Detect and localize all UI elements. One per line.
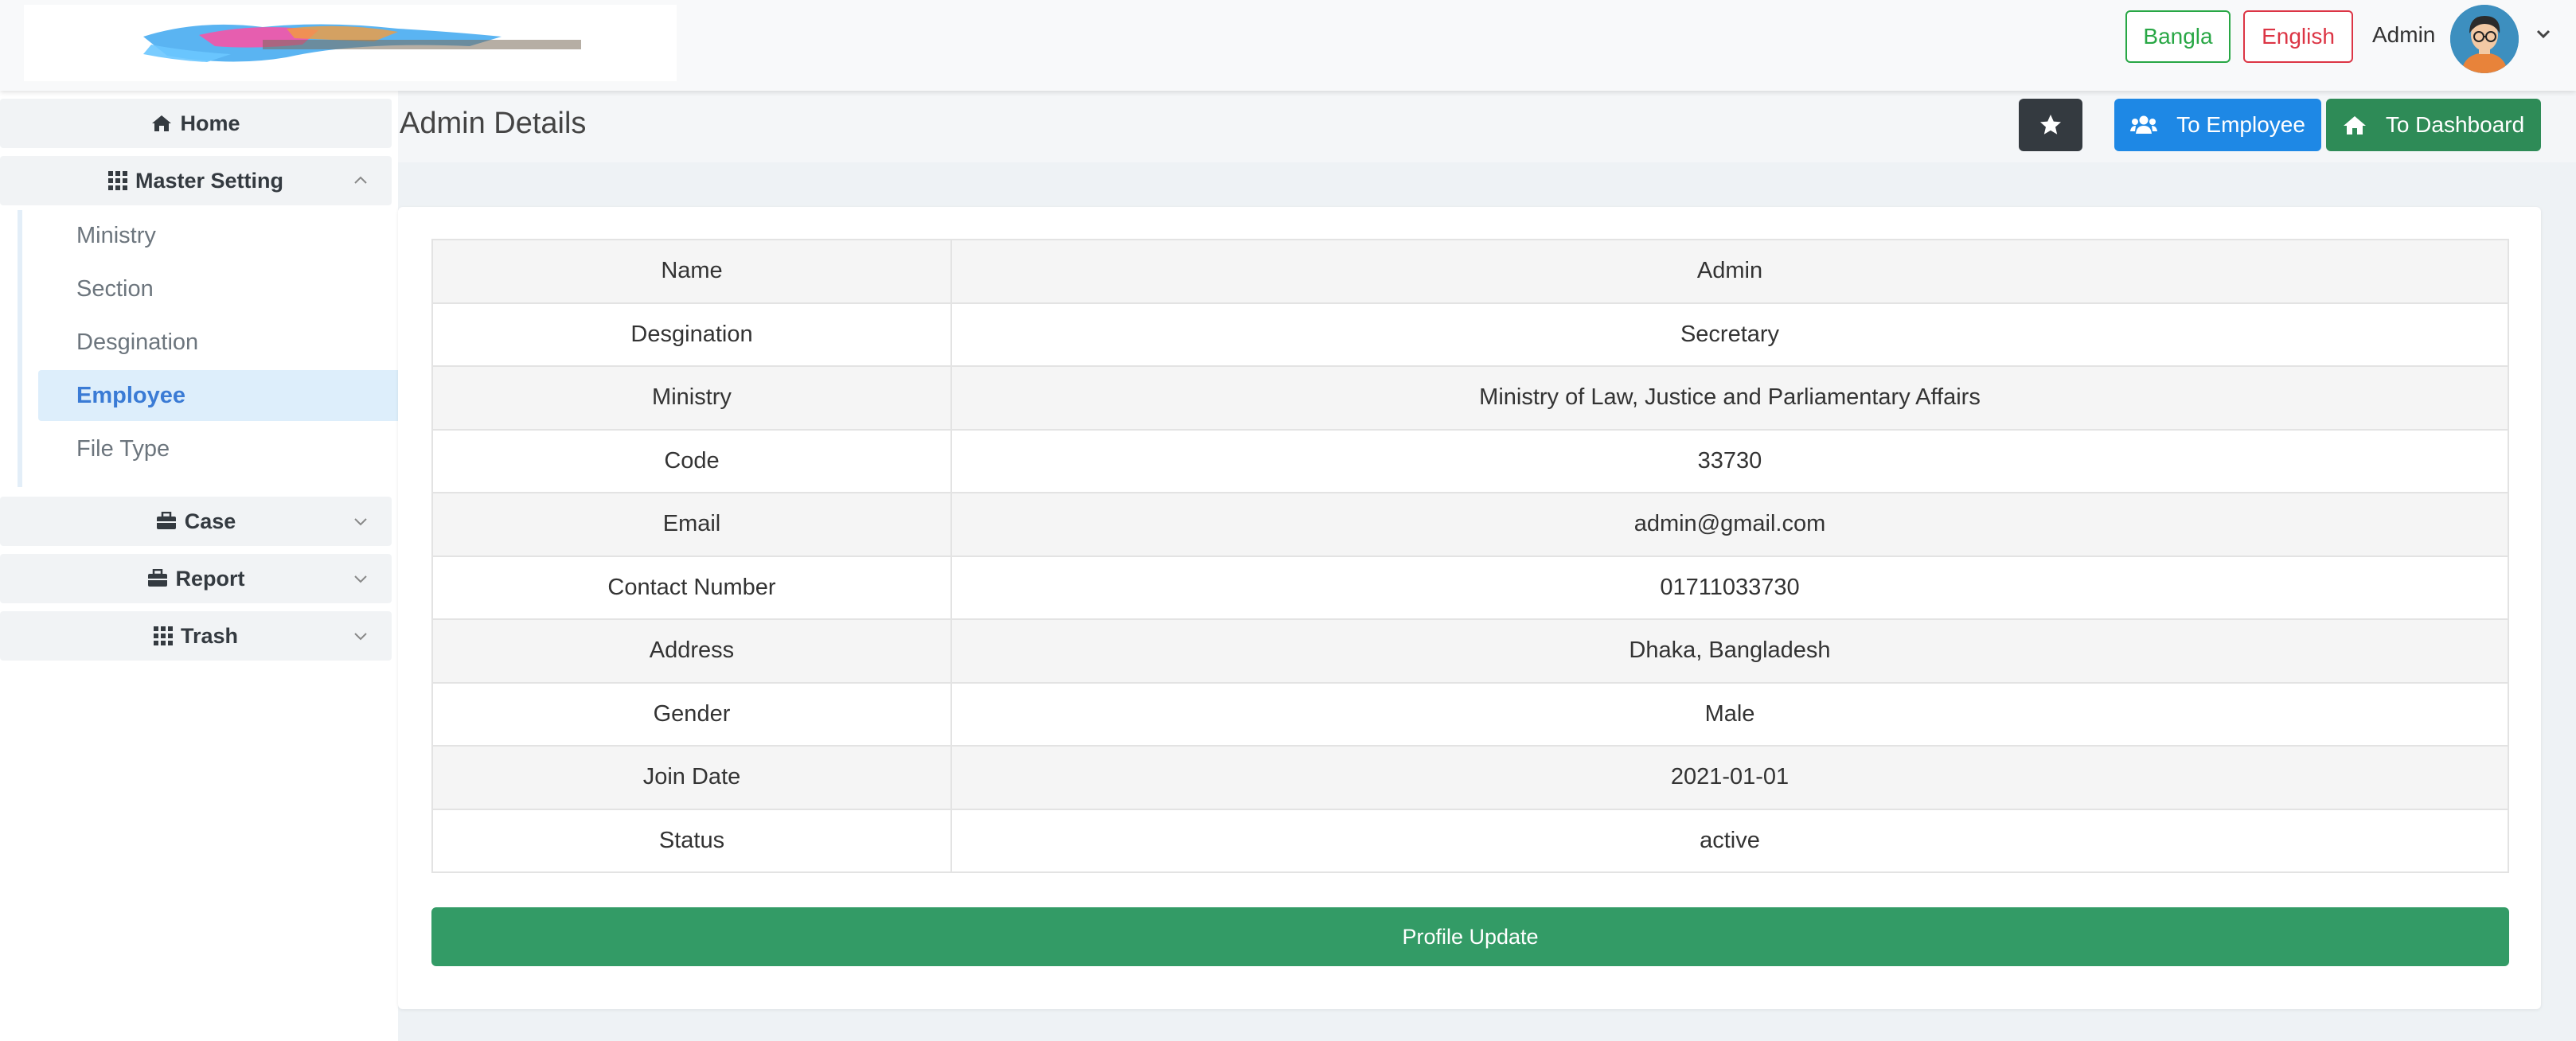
chevron-down-icon <box>354 518 367 526</box>
table-row: Status active <box>431 808 2509 873</box>
sidebar-item-trash[interactable]: Trash <box>0 611 392 661</box>
grid-icon <box>153 626 173 645</box>
sidebar-item-report[interactable]: Report <box>0 554 392 603</box>
sidebar-item-home[interactable]: Home <box>0 99 392 148</box>
to-dashboard-button[interactable]: To Dashboard <box>2326 99 2541 151</box>
grid-icon <box>107 171 127 190</box>
chevron-up-icon <box>354 176 367 184</box>
user-name[interactable]: Admin <box>2372 22 2435 48</box>
sidebar-item-label: Trash <box>180 623 239 648</box>
briefcase-icon <box>156 512 176 529</box>
detail-value: Dhaka, Bangladesh <box>950 618 2509 684</box>
admin-details-card: Name Admin Desgination Secretary Ministr… <box>398 207 2541 1009</box>
detail-key: Email <box>431 492 952 557</box>
detail-key: Gender <box>431 681 952 747</box>
detail-value: 01711033730 <box>950 555 2509 620</box>
detail-key: Contact Number <box>431 555 952 620</box>
sidebar-item-case[interactable]: Case <box>0 497 392 546</box>
detail-value: admin@gmail.com <box>950 492 2509 557</box>
sidebar-item-file-type[interactable]: File Type <box>38 423 401 474</box>
table-row: Join Date 2021-01-01 <box>431 745 2509 810</box>
sidebar: Home Master Setting Ministry Section Des… <box>0 91 401 1041</box>
sidebar-item-ministry[interactable]: Ministry <box>38 210 401 261</box>
star-icon <box>2040 115 2061 135</box>
table-row: Gender Male <box>431 681 2509 747</box>
home-icon <box>2343 116 2366 135</box>
brand-logo[interactable] <box>24 5 677 81</box>
page-title: Admin Details <box>400 107 587 140</box>
chevron-down-icon <box>354 575 367 583</box>
briefcase-icon <box>147 569 167 587</box>
detail-key: Address <box>431 618 952 684</box>
detail-value: Male <box>950 681 2509 747</box>
chevron-down-icon[interactable] <box>2531 22 2555 46</box>
admin-details-table: Name Admin Desgination Secretary Ministr… <box>431 239 2509 873</box>
to-employee-label: To Employee <box>2176 112 2305 137</box>
table-row: Code 33730 <box>431 428 2509 493</box>
profile-update-button[interactable]: Profile Update <box>431 907 2509 966</box>
detail-value: Admin <box>950 239 2509 304</box>
favorite-button[interactable] <box>2019 99 2082 151</box>
detail-key: Join Date <box>431 745 952 810</box>
table-row: Contact Number 01711033730 <box>431 555 2509 620</box>
top-navbar: Bangla English Admin <box>0 0 2576 91</box>
sidebar-item-employee[interactable]: Employee <box>38 370 401 421</box>
sidebar-item-section[interactable]: Section <box>38 263 401 314</box>
detail-key: Desgination <box>431 302 952 367</box>
table-row: Ministry Ministry of Law, Justice and Pa… <box>431 365 2509 431</box>
sidebar-item-master-setting[interactable]: Master Setting <box>0 156 392 205</box>
english-language-button[interactable]: English <box>2243 10 2353 63</box>
table-row: Name Admin <box>431 239 2509 304</box>
detail-value: Ministry of Law, Justice and Parliamenta… <box>950 365 2509 431</box>
sidebar-item-label: Report <box>175 566 245 591</box>
master-setting-submenu: Ministry Section Desgination Employee Fi… <box>18 210 401 487</box>
table-row: Desgination Secretary <box>431 302 2509 367</box>
chevron-down-icon <box>354 633 367 641</box>
detail-value: 33730 <box>950 428 2509 493</box>
to-dashboard-label: To Dashboard <box>2385 112 2525 137</box>
detail-key: Name <box>431 239 952 304</box>
detail-key: Status <box>431 808 952 873</box>
detail-value: Secretary <box>950 302 2509 367</box>
detail-value: 2021-01-01 <box>950 745 2509 810</box>
users-icon <box>2130 115 2158 134</box>
detail-key: Ministry <box>431 365 952 431</box>
bangla-language-button[interactable]: Bangla <box>2125 10 2231 63</box>
sidebar-item-desgination[interactable]: Desgination <box>38 317 401 368</box>
user-avatar-icon[interactable] <box>2450 5 2519 73</box>
detail-key: Code <box>431 428 952 493</box>
to-employee-button[interactable]: To Employee <box>2114 99 2321 151</box>
table-row: Email admin@gmail.com <box>431 492 2509 557</box>
detail-value: active <box>950 808 2509 873</box>
table-row: Address Dhaka, Bangladesh <box>431 618 2509 684</box>
home-icon <box>152 115 172 131</box>
sidebar-item-label: Master Setting <box>135 168 284 193</box>
sidebar-item-label: Case <box>184 509 236 533</box>
sidebar-item-label: Home <box>180 111 240 135</box>
